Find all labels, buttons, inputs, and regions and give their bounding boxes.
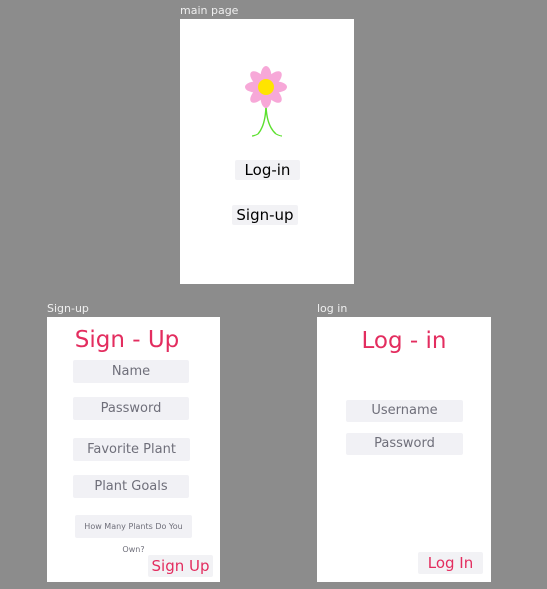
- flower-icon: [245, 66, 287, 137]
- frame-label-login: log in: [317, 302, 348, 315]
- frame-label-signup: Sign-up: [47, 302, 89, 315]
- signup-title: Sign - Up: [74, 327, 180, 353]
- login-frame: Log - in Username Password Log In: [317, 317, 491, 582]
- favorite-plant-field[interactable]: Favorite Plant: [73, 438, 190, 461]
- signup-button[interactable]: Sign-up: [232, 205, 298, 225]
- plant-goals-field[interactable]: Plant Goals: [73, 475, 189, 498]
- signup-frame: Sign - Up Name Password Favorite Plant P…: [47, 317, 220, 582]
- login-submit-button[interactable]: Log In: [418, 552, 483, 574]
- name-field[interactable]: Name: [73, 360, 189, 383]
- main-page-frame: Log-in Sign-up: [180, 19, 354, 284]
- username-field[interactable]: Username: [346, 400, 463, 422]
- password-field[interactable]: Password: [346, 433, 463, 455]
- login-button[interactable]: Log-in: [235, 160, 300, 180]
- plant-count-field[interactable]: How Many Plants Do You Own?: [75, 515, 192, 554]
- frame-label-main-page: main page: [180, 4, 239, 17]
- login-title: Log - in: [361, 328, 447, 354]
- password-field[interactable]: Password: [73, 397, 189, 420]
- signup-submit-button[interactable]: Sign Up: [148, 555, 213, 577]
